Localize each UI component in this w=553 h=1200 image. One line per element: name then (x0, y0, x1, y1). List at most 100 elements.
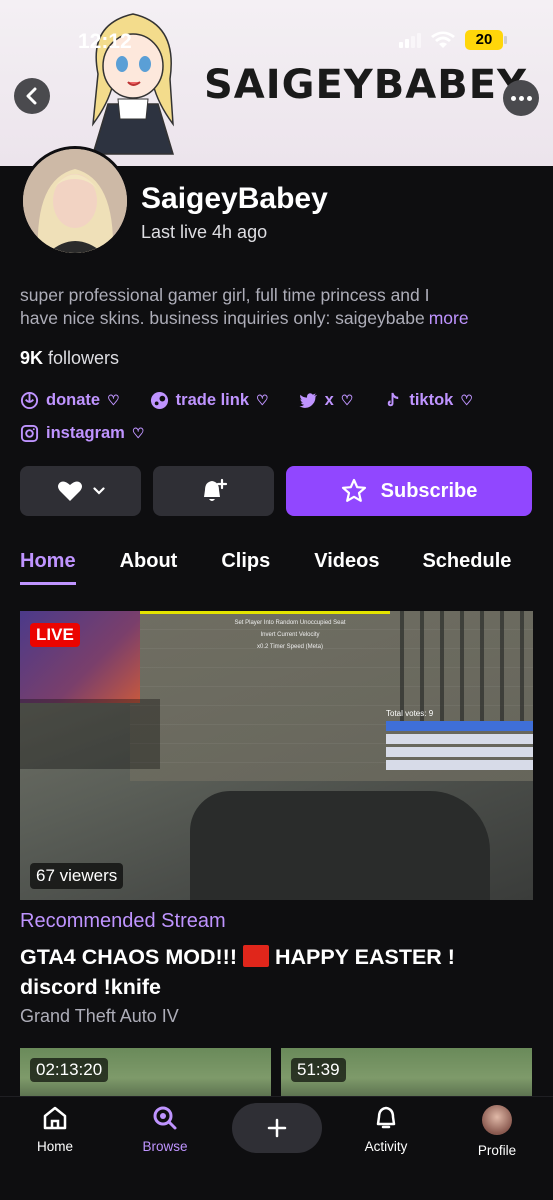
profile-avatar (482, 1105, 512, 1135)
battery-indicator: 20 (465, 30, 507, 50)
dot-icon (526, 95, 532, 101)
followers-count: 9K followers (20, 348, 119, 369)
link-instagram[interactable]: instagram ♡ (20, 423, 144, 443)
bio-more-link[interactable]: more (429, 307, 469, 330)
vote-row (386, 760, 533, 770)
vod-thumbnail[interactable]: 51:39 (281, 1048, 532, 1098)
channel-banner: 12:12 20 SAIGEYBABEY (0, 0, 553, 166)
steam-icon (150, 391, 168, 409)
link-label: x (324, 390, 334, 409)
tab-schedule[interactable]: Schedule (422, 550, 511, 585)
channel-name: SaigeyBabey (141, 182, 328, 215)
link-trade[interactable]: trade link ♡ (150, 390, 269, 410)
channel-avatar[interactable] (20, 146, 130, 256)
back-button[interactable] (14, 78, 50, 114)
banner-character-art (91, 13, 175, 155)
home-icon (43, 1106, 67, 1130)
link-label: instagram (46, 423, 125, 442)
donate-icon (20, 391, 39, 409)
vod-thumbnail[interactable]: 02:13:20 (20, 1048, 271, 1098)
status-icons: 20 (399, 30, 507, 50)
tab-about[interactable]: About (120, 550, 178, 585)
chevron-left-icon (26, 87, 37, 105)
effect-line: Set Player Into Random Unoccupied Seat (234, 620, 346, 626)
bio-line-1: super professional gamer girl, full time… (20, 285, 430, 305)
create-button[interactable] (232, 1103, 322, 1153)
stream-title-part-1: GTA4 CHAOS MOD!!! (20, 945, 237, 969)
vote-row (386, 734, 533, 744)
vod-duration: 02:13:20 (30, 1058, 109, 1082)
subscribe-label: Subscribe (380, 479, 478, 502)
link-x[interactable]: x ♡ (299, 390, 354, 410)
vote-row (386, 721, 533, 731)
nav-browse-label: Browse (142, 1139, 188, 1154)
link-donate[interactable]: donate ♡ (20, 390, 120, 410)
channel-bio: super professional gamer girl, full time… (20, 284, 536, 330)
nav-browse[interactable]: Browse (125, 1105, 205, 1154)
chevron-down-icon (92, 487, 105, 495)
viewer-count: 67 viewers (30, 863, 124, 889)
channel-actions: Subscribe (20, 466, 532, 516)
game-scene-car (190, 791, 490, 900)
subscribe-button[interactable]: Subscribe (286, 466, 532, 516)
chaos-timer-bar (140, 611, 390, 614)
votes-label: Total votes: 9 (386, 709, 434, 718)
tab-home[interactable]: Home (20, 550, 76, 585)
dot-icon (510, 95, 516, 101)
link-label: tiktok (409, 390, 454, 409)
game-name[interactable]: Grand Theft Auto IV (20, 1006, 179, 1027)
social-links: donate ♡ trade link ♡ x ♡ tiktok ♡ insta… (20, 390, 540, 443)
tab-clips[interactable]: Clips (221, 550, 270, 585)
signal-icon (399, 32, 421, 48)
banner-title: SAIGEYBABEY (204, 62, 527, 108)
vod-duration: 51:39 (291, 1058, 346, 1082)
link-label: trade link (175, 390, 250, 409)
followers-number: 9K (20, 348, 44, 368)
stream-title[interactable]: GTA4 CHAOS MOD!!! HAPPY EASTER ! discord… (20, 942, 530, 1002)
heart-outline-icon: ♡ (460, 391, 473, 408)
heart-outline-icon: ♡ (256, 391, 269, 408)
stream-preview[interactable]: Set Player Into Random Unoccupied Seat I… (20, 611, 533, 900)
last-live-status: Last live 4h ago (141, 222, 268, 242)
stream-chat-overlay (20, 699, 160, 769)
nav-home[interactable]: Home (15, 1105, 95, 1154)
bio-line-2: have nice skins. business inquiries only… (20, 308, 425, 328)
vod-list: 02:13:20 51:39 (20, 1048, 532, 1098)
bell-icon (376, 1106, 396, 1129)
effect-line: Invert Current Velocity (260, 632, 320, 638)
link-tiktok[interactable]: tiktok ♡ (383, 390, 473, 410)
star-outline-icon (341, 478, 366, 502)
status-time: 12:12 (78, 30, 132, 53)
twitter-icon (299, 392, 317, 408)
effect-line: x0.2 Timer Speed (Meta) (256, 644, 324, 650)
tiktok-icon (388, 392, 399, 406)
channel-tabs: Home About Clips Videos Schedule (20, 550, 511, 585)
game-scene-fence (400, 611, 533, 721)
vote-row (386, 747, 533, 757)
nav-activity-label: Activity (364, 1139, 408, 1154)
bottom-navigation: Home Browse Activity Profile (0, 1096, 553, 1200)
followers-label: followers (48, 348, 120, 368)
follow-button[interactable] (20, 466, 141, 516)
heart-outline-icon: ♡ (107, 391, 120, 408)
nav-profile-label: Profile (477, 1143, 517, 1158)
chaos-effects-list: Set Player Into Random Unoccupied Seat I… (220, 617, 360, 653)
vote-panel: Total votes: 9 (386, 709, 533, 773)
nav-home-label: Home (36, 1139, 73, 1154)
more-options-button[interactable] (503, 80, 539, 116)
live-badge: LIVE (30, 623, 80, 647)
wifi-icon (431, 31, 455, 48)
plus-icon (267, 1118, 287, 1138)
avatar-image (23, 149, 127, 253)
notification-button[interactable] (153, 466, 274, 516)
bell-plus-icon (203, 478, 227, 501)
tab-videos[interactable]: Videos (314, 550, 379, 585)
heart-outline-icon: ♡ (131, 424, 145, 441)
heart-outline-icon: ♡ (340, 391, 354, 408)
nav-activity[interactable]: Activity (346, 1105, 426, 1154)
link-label: donate (46, 390, 101, 409)
dot-icon (518, 95, 524, 101)
heart-icon (57, 481, 82, 501)
instagram-icon (20, 424, 39, 442)
nav-profile[interactable]: Profile (457, 1105, 537, 1158)
